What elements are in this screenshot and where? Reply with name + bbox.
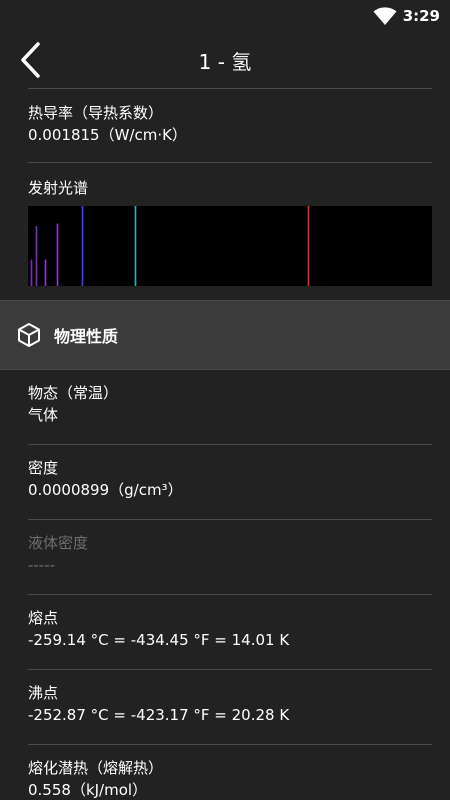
wifi-icon	[373, 7, 397, 25]
boiling-point-item: 沸点 -252.87 °C = -423.17 °F = 20.28 K	[0, 670, 450, 744]
heat-of-fusion-value: 0.558（kJ/mol）	[28, 781, 148, 799]
spectrum-lines	[30, 206, 310, 286]
emission-spectrum-item: 发射光谱	[0, 163, 450, 300]
liquid-density-value: -----	[28, 556, 56, 574]
thermal-conductivity-label: 热导率（导热系数）	[28, 104, 164, 122]
physical-properties-header[interactable]: 物理性质	[0, 300, 450, 370]
boiling-point-label: 沸点	[28, 684, 59, 702]
emission-spectrum-label: 发射光谱	[28, 179, 89, 197]
melting-point-label: 熔点	[28, 609, 59, 627]
state-label: 物态（常温）	[28, 384, 119, 402]
heat-of-fusion-label: 熔化潜热（熔解热）	[28, 759, 164, 777]
liquid-density-item: 液体密度 -----	[0, 520, 450, 594]
liquid-density-label: 液体密度	[28, 534, 89, 552]
state-item: 物态（常温） 气体	[0, 370, 450, 444]
physical-properties-title: 物理性质	[54, 327, 119, 346]
screen: 3:29 1 - 氢 热导率（导热系数） 0.001815（W/cm·K） 发射…	[0, 0, 450, 800]
density-value: 0.0000899（g/cm³）	[28, 481, 183, 499]
density-label: 密度	[28, 459, 59, 477]
cube-icon	[18, 323, 40, 347]
thermal-conductivity-value: 0.001815（W/cm·K）	[28, 126, 187, 144]
status-time: 3:29	[402, 7, 440, 25]
melting-point-value: -259.14 °C = -434.45 °F = 14.01 K	[28, 631, 290, 649]
density-item: 密度 0.0000899（g/cm³）	[0, 445, 450, 519]
melting-point-item: 熔点 -259.14 °C = -434.45 °F = 14.01 K	[0, 595, 450, 669]
emission-spectrum-image	[28, 206, 432, 286]
status-bar: 3:29	[0, 0, 450, 32]
thermal-conductivity-item: 热导率（导热系数） 0.001815（W/cm·K）	[0, 89, 450, 162]
state-value: 气体	[28, 406, 59, 424]
content-list: 热导率（导热系数） 0.001815（W/cm·K） 发射光谱 物理性质 物态（…	[0, 88, 450, 800]
app-bar: 1 - 氢	[0, 32, 450, 88]
boiling-point-value: -252.87 °C = -423.17 °F = 20.28 K	[28, 706, 290, 724]
heat-of-fusion-item: 熔化潜热（熔解热） 0.558（kJ/mol）	[0, 745, 450, 800]
page-title: 1 - 氢	[198, 50, 252, 74]
